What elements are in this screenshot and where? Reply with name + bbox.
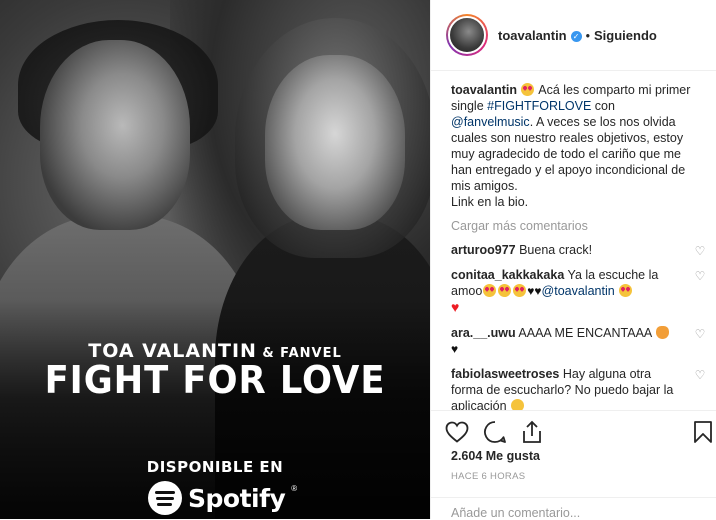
instagram-post: TOA VALANTIN & FANVEL FIGHT FOR LOVE DIS…: [0, 0, 716, 520]
post-image[interactable]: TOA VALANTIN & FANVEL FIGHT FOR LOVE DIS…: [0, 0, 430, 519]
comment-item: fabiolasweetroses Hay alguna otra forma …: [451, 366, 705, 410]
heart-icon[interactable]: ♡: [693, 368, 707, 382]
heart-icon[interactable]: ♡: [693, 244, 707, 258]
caption-text: con: [591, 99, 615, 113]
caption-link-line: Link en la bio.: [451, 195, 529, 209]
spotify-wordmark: Spotify: [188, 483, 286, 513]
comment-username[interactable]: ara.__.uwu: [451, 326, 516, 340]
post-timestamp[interactable]: HACE 6 HORAS: [451, 471, 525, 482]
artwork-title: FIGHT FOR LOVE: [44, 358, 386, 402]
mention-link[interactable]: @toavalantin: [542, 284, 615, 298]
post-sidebar: toavalantin ✓ • Siguiendo toavalantin Acá l…: [430, 0, 716, 520]
black-heart-emoji: ♥: [451, 342, 459, 356]
comment-item: arturoo977 Buena crack! ♡: [451, 242, 705, 258]
comment-icon[interactable]: [483, 420, 507, 444]
heart-eyes-emoji: [521, 83, 535, 96]
mention-link[interactable]: @fanvelmusic: [451, 115, 530, 129]
header-username[interactable]: toavalantin: [498, 28, 567, 43]
comment-username[interactable]: conitaa_kakkakaka: [451, 268, 564, 282]
load-more-comments-button[interactable]: Cargar más comentarios: [451, 219, 701, 233]
comment-item: conitaa_kakkakaka Ya la escuche la amoo ♥…: [451, 267, 705, 316]
heart-icon[interactable]: [445, 421, 469, 443]
spotify-icon: [148, 481, 182, 515]
spotify-logo: Spotify ®: [148, 480, 297, 516]
artwork-available-text: DISPONIBLE EN: [146, 458, 284, 476]
hashtag-link[interactable]: #FIGHTFORLOVE: [487, 99, 591, 113]
following-button[interactable]: Siguiendo: [594, 28, 657, 43]
comment-username[interactable]: arturoo977: [451, 243, 516, 257]
sad-face-emoji: [511, 399, 525, 410]
share-icon[interactable]: [521, 420, 543, 444]
like-count[interactable]: 2.604 Me gusta: [451, 449, 540, 463]
comments-list: toavalantin Acá les comparto mi primer s…: [431, 72, 716, 410]
bookmark-icon[interactable]: [693, 420, 713, 444]
post-actions: [431, 410, 716, 446]
cat-emoji: [656, 326, 670, 339]
red-heart-emoji: ♥: [451, 299, 460, 315]
post-caption: toavalantin Acá les comparto mi primer s…: [451, 82, 699, 210]
caption-username[interactable]: toavalantin: [451, 83, 517, 97]
comment-text: AAAA ME ENCANTAAA: [515, 326, 656, 340]
heart-eyes-emoji: [619, 284, 633, 297]
heart-eyes-emoji: [513, 284, 527, 297]
heart-icon[interactable]: ♡: [693, 327, 707, 341]
heart-eyes-emoji: [483, 284, 497, 297]
black-heart-emoji: ♥♥: [527, 284, 542, 298]
verified-icon: ✓: [570, 30, 582, 42]
add-comment-input[interactable]: Añade un comentario...: [431, 497, 716, 520]
comment-username[interactable]: fabiolasweetroses: [451, 367, 559, 381]
post-header: toavalantin ✓ • Siguiendo: [431, 0, 716, 71]
avatar[interactable]: [446, 14, 488, 56]
comment-text: Buena crack!: [515, 243, 593, 257]
heart-eyes-emoji: [498, 284, 512, 297]
separator-dot: •: [585, 28, 591, 43]
heart-icon[interactable]: ♡: [693, 269, 707, 283]
comment-item: ara.__.uwu AAAA ME ENCANTAAA ♥ ♡: [451, 325, 705, 357]
